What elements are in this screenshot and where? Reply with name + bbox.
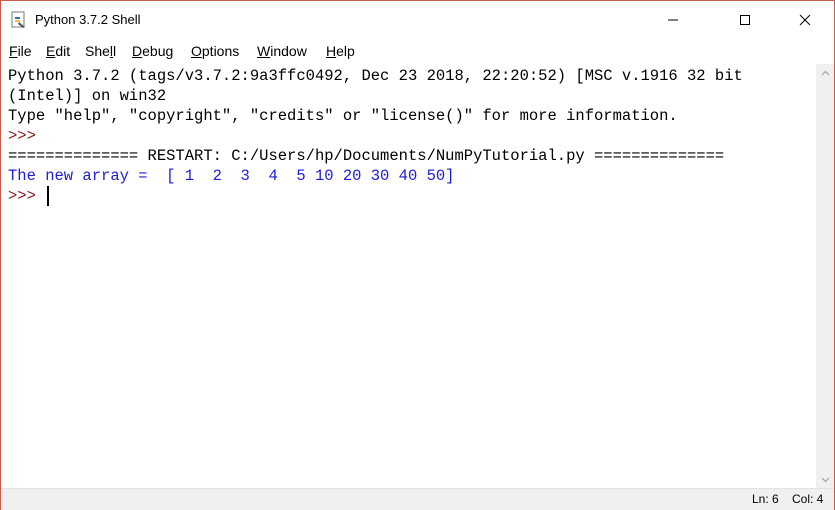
close-icon	[799, 14, 811, 26]
close-button[interactable]	[782, 1, 828, 39]
vertical-scrollbar[interactable]	[816, 64, 834, 488]
shell-prompt: >>>	[8, 127, 46, 145]
shell-line-output: The new array = [ 1 2 3 4 5 10 20 30 40 …	[8, 167, 455, 185]
menu-file[interactable]: File	[9, 43, 32, 59]
text-caret	[47, 186, 49, 206]
minimize-button[interactable]	[650, 1, 696, 39]
status-col: Col: 4	[792, 492, 824, 506]
title-bar[interactable]: Python 3.7.2 Shell	[1, 1, 834, 39]
scrollbar-track[interactable]	[817, 81, 833, 471]
shell-prompt-current: >>>	[8, 187, 46, 205]
minimize-icon	[668, 19, 678, 21]
shell-line-platform: (Intel)] on win32	[8, 87, 167, 105]
scroll-up-button[interactable]	[816, 64, 834, 81]
shell-text-area[interactable]: Python 3.7.2 (tags/v3.7.2:9a3ffc0492, De…	[2, 64, 815, 488]
shell-line-help: Type "help", "copyright", "credits" or "…	[8, 107, 678, 125]
menu-bar: File Edit Shell Debug Options Window Hel…	[1, 40, 834, 64]
idle-shell-window: Python 3.7.2 Shell File Edit Shell Debug…	[0, 0, 835, 510]
menu-help[interactable]: Help	[326, 43, 355, 59]
python-idle-icon	[10, 11, 28, 29]
shell-line-restart: ============== RESTART: C:/Users/hp/Docu…	[8, 147, 725, 165]
menu-window[interactable]: Window	[257, 43, 307, 59]
status-bar: Ln: 6 Col: 4	[1, 488, 834, 510]
scroll-down-button[interactable]	[816, 471, 834, 488]
scroll-up-icon	[821, 70, 829, 75]
menu-options[interactable]: Options	[191, 43, 239, 59]
window-title: Python 3.7.2 Shell	[35, 12, 141, 27]
menu-edit[interactable]: Edit	[46, 43, 70, 59]
maximize-icon	[740, 15, 750, 25]
menu-debug[interactable]: Debug	[132, 43, 173, 59]
shell-line-version: Python 3.7.2 (tags/v3.7.2:9a3ffc0492, De…	[8, 67, 743, 85]
menu-shell[interactable]: Shell	[85, 43, 116, 59]
scroll-down-icon	[821, 477, 829, 482]
maximize-button[interactable]	[722, 1, 768, 39]
status-line: Ln: 6	[752, 492, 779, 506]
